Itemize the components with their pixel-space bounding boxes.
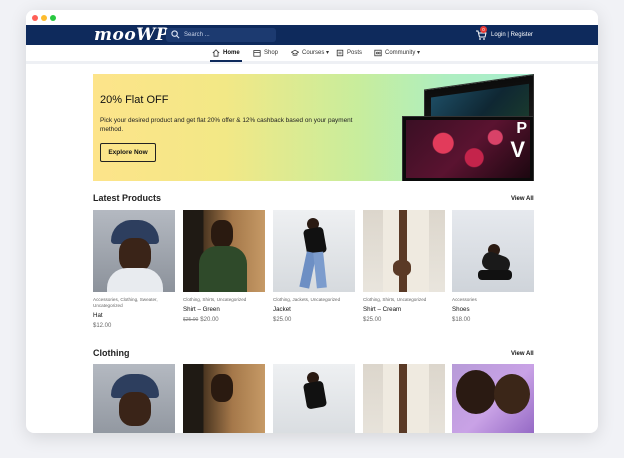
tv-decoration: V [510, 137, 525, 162]
top-header: mooWP Search ... 0 Login | Register [26, 25, 598, 45]
product-categories: Clothing, Shirts, Uncategorized [363, 297, 427, 302]
courses-icon [291, 49, 299, 56]
product-name[interactable]: Shirt – Green [183, 306, 265, 313]
site-logo[interactable]: mooWP [94, 25, 169, 45]
product-current-price: $18.00 [452, 317, 471, 323]
product-image-shirt-cream[interactable] [363, 364, 445, 433]
product-price: $25.00 [273, 317, 355, 323]
product-image-shirt-green[interactable] [183, 364, 265, 433]
product-name[interactable]: Shoes [452, 306, 534, 313]
login-register-link[interactable]: Login | Register [491, 25, 533, 45]
shop-icon [253, 50, 261, 57]
product-card[interactable] [93, 364, 175, 433]
nav-posts-label: Posts [347, 50, 363, 56]
product-image-jacket[interactable] [273, 364, 355, 433]
close-dot[interactable] [32, 15, 38, 21]
product-card[interactable] [183, 364, 265, 433]
product-categories: Clothing, Jackets, Uncategorized [273, 297, 341, 302]
search-icon [171, 30, 180, 39]
cart-count-badge: 0 [480, 26, 487, 33]
community-icon [374, 49, 382, 57]
product-current-price: $25.00 [273, 317, 292, 323]
product-old-price: $25.00 [183, 317, 199, 323]
nav-community[interactable]: Community ▾ [374, 45, 420, 61]
product-card[interactable]: Accessories, Clothing, Sweater, Uncatego… [93, 210, 175, 329]
minimize-dot[interactable] [41, 15, 47, 21]
main-nav: Home Shop Courses ▾ Posts Community ▾ [26, 45, 598, 64]
product-card[interactable]: Clothing, Jackets, Uncategorized Jacket … [273, 210, 355, 323]
product-price: $12.00 [93, 323, 175, 329]
nav-home-label: Home [223, 50, 240, 56]
nav-home[interactable]: Home [210, 45, 242, 62]
product-card[interactable] [273, 364, 355, 433]
product-image-jacket[interactable] [273, 210, 355, 292]
search-input[interactable]: Search ... [166, 28, 276, 42]
nav-shop[interactable]: Shop [253, 45, 278, 61]
banner-title: 20% Flat OFF [100, 94, 169, 106]
nav-shop-label: Shop [264, 50, 279, 56]
nav-courses-label: Courses ▾ [302, 50, 330, 56]
latest-view-all-link[interactable]: View All [511, 196, 534, 202]
product-current-price: $20.00 [200, 317, 219, 323]
product-image-women[interactable] [452, 364, 534, 433]
product-name[interactable]: Jacket [273, 306, 355, 313]
product-card[interactable]: Clothing, Shirts, Uncategorized Shirt – … [183, 210, 265, 323]
product-image-shirt-cream[interactable] [363, 210, 445, 292]
nav-community-label: Community ▾ [385, 50, 421, 56]
product-image-shoes[interactable] [452, 210, 534, 292]
tv-decoration: P [516, 120, 527, 137]
product-name[interactable]: Shirt – Cream [363, 306, 445, 313]
product-image-hat[interactable] [93, 364, 175, 433]
latest-products-title: Latest Products [93, 193, 162, 203]
browser-window: mooWP Search ... 0 Login | Register Home… [26, 10, 598, 433]
explore-now-button[interactable]: Explore Now [100, 143, 156, 162]
nav-courses[interactable]: Courses ▾ [291, 45, 329, 61]
search-placeholder: Search ... [184, 32, 210, 38]
product-categories: Clothing, Shirts, Uncategorized [183, 297, 247, 302]
product-current-price: $12.00 [93, 323, 112, 329]
clothing-title: Clothing [93, 348, 130, 358]
product-image-hat[interactable] [93, 210, 175, 292]
product-current-price: $25.00 [363, 317, 382, 323]
product-price: $25.00 [363, 317, 445, 323]
product-card[interactable] [452, 364, 534, 433]
product-price: $25.00 $20.00 [183, 317, 265, 323]
window-chrome [26, 10, 598, 25]
banner-text: Pick your desired product and get flat 2… [100, 117, 353, 133]
posts-icon [336, 49, 344, 57]
clothing-view-all-link[interactable]: View All [511, 351, 534, 357]
maximize-dot[interactable] [50, 15, 56, 21]
nav-posts[interactable]: Posts [336, 45, 362, 61]
tv-image-front: P V [402, 116, 534, 181]
product-image-shirt-green[interactable] [183, 210, 265, 292]
product-card[interactable]: Clothing, Shirts, Uncategorized Shirt – … [363, 210, 445, 323]
home-icon [212, 49, 220, 57]
product-price: $18.00 [452, 317, 534, 323]
product-categories: Accessories, Clothing, Sweater, Uncatego… [93, 297, 158, 308]
product-name[interactable]: Hat [93, 312, 175, 319]
promo-banner: 20% Flat OFF Pick your desired product a… [93, 74, 534, 181]
product-categories: Accessories [452, 297, 477, 302]
product-card[interactable]: Accessories Shoes $18.00 [452, 210, 534, 323]
product-card[interactable] [363, 364, 445, 433]
